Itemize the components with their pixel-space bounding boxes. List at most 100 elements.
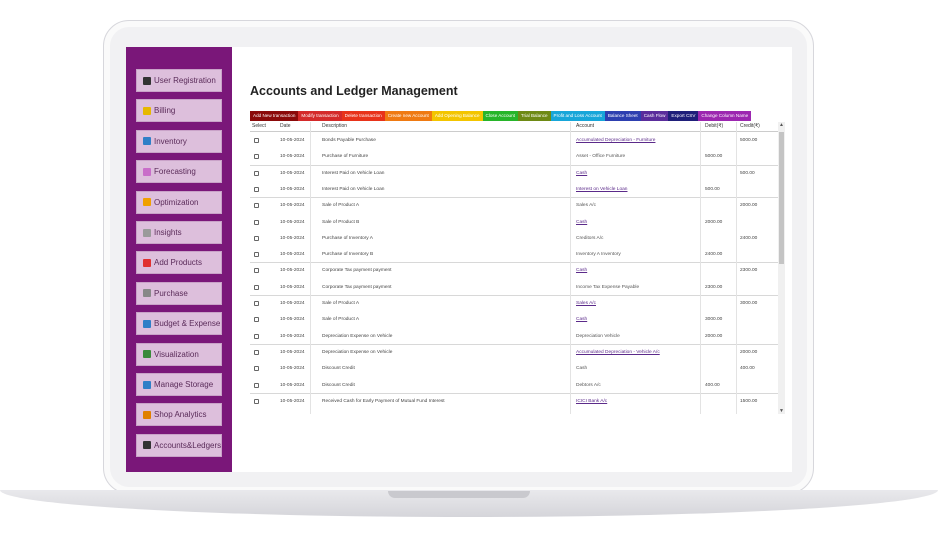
tab-trial-balance[interactable]: Trial Balance (517, 111, 551, 121)
row-select-checkbox[interactable] (254, 333, 259, 339)
table-row[interactable]: 10-05-2024 Discount Credit Cash 400.00 (250, 361, 778, 377)
cell-account[interactable]: Cash (576, 317, 587, 322)
cell-account[interactable]: Sales A/c (576, 301, 596, 306)
table-row[interactable]: 10-05-2024 Purchase of Furniture Asset - O… (250, 149, 778, 165)
cell-description: Discount Credit (322, 366, 355, 372)
row-select-checkbox[interactable] (254, 154, 259, 160)
arrow-right-icon (143, 258, 151, 267)
table-scrollbar[interactable]: ▲ ▼ (778, 122, 785, 414)
table-row[interactable]: 10-05-2024 Received Cash for Early Paymen… (250, 394, 778, 410)
cell-account[interactable]: Cash (576, 171, 587, 176)
sidebar-item-optimization[interactable]: Optimization (136, 190, 222, 214)
row-select-checkbox[interactable] (254, 349, 259, 355)
row-select-checkbox[interactable] (254, 252, 259, 258)
user-icon (143, 76, 151, 85)
table-row[interactable]: 10-05-2024 Corporate Tax payment payment C… (250, 263, 778, 279)
row-select-checkbox[interactable] (254, 366, 259, 372)
cell-account: Sales A/c (576, 203, 596, 209)
table-row[interactable]: 10-05-2024 Discount Credit Debtors A/c 400.… (250, 378, 778, 394)
cell-account[interactable]: Cash (576, 268, 587, 273)
cell-account[interactable]: Interest on Vehicle Loan (576, 187, 627, 192)
cell-account[interactable]: Accumulated Depreciation - Furniture (576, 138, 655, 143)
cell-account: Cash (576, 366, 588, 372)
table-row[interactable]: 10-05-2024 Depreciation Expense on Vehicl… (250, 345, 778, 361)
cell-account[interactable]: ICICI Bank A/c (576, 399, 607, 404)
sidebar-item-shop-analytics[interactable]: Shop Analytics (136, 403, 222, 427)
row-select-checkbox[interactable] (254, 186, 259, 192)
cell-date: 10-05-2024 (280, 252, 305, 258)
row-select-checkbox[interactable] (254, 398, 259, 404)
sidebar-item-accounts-ledgers[interactable]: Accounts&Ledgers (136, 433, 222, 457)
sidebar-item-label: Budget & Expense (154, 319, 221, 329)
row-select-checkbox[interactable] (254, 317, 259, 323)
scroll-down-icon[interactable]: ▼ (779, 408, 784, 414)
row-select-checkbox[interactable] (254, 301, 259, 306)
table-row[interactable]: 10-05-2024 Sale of Product B Cash 2000.00 (250, 215, 778, 231)
tab-export-csv[interactable]: Export CSV (668, 111, 699, 121)
row-select-checkbox[interactable] (254, 284, 259, 290)
tab-modify-transaction[interactable]: Modify transaction (298, 111, 342, 121)
row-select-checkbox[interactable] (254, 235, 259, 241)
row-select-checkbox[interactable] (254, 203, 259, 209)
table-row[interactable]: 10-05-2024 Depreciation Expense on Vehicl… (250, 329, 778, 345)
cell-credit: 500.00 (740, 170, 755, 176)
column-divider (570, 122, 571, 414)
table-row[interactable]: 10-05-2024 Interest Paid on Vehicle Loan C… (250, 166, 778, 182)
tab-cash-flow[interactable]: Cash Flow (640, 111, 669, 121)
cell-date: 10-05-2024 (280, 203, 305, 209)
row-select-checkbox[interactable] (254, 170, 259, 176)
laptop-notch (388, 491, 530, 498)
action-toolbar: Add New transaction Modify transaction Del… (250, 111, 752, 121)
cell-account[interactable]: Cash (576, 220, 587, 225)
tab-create-new-account[interactable]: Create new Account (384, 111, 432, 121)
sidebar-item-insights[interactable]: Insights (136, 221, 222, 244)
cell-date: 10-05-2024 (280, 219, 305, 225)
sidebar-item-add-products[interactable]: Add Products (136, 251, 222, 275)
tab-profit-and-loss-account[interactable]: Profit and Loss Account (550, 111, 605, 121)
cell-account[interactable]: Accumulated Depreciation - Vehicle A/c (576, 350, 660, 355)
table-row[interactable]: 10-05-2024 Sale of Product A Sales A/c 2000… (250, 198, 778, 214)
table-row[interactable]: 10-05-2024 Sale of Product A Sales A/c 3000… (250, 296, 778, 312)
row-select-checkbox[interactable] (254, 268, 259, 274)
sidebar-item-billing[interactable]: Billing (136, 99, 222, 123)
tab-change-column-name[interactable]: Change Column Name (698, 111, 752, 121)
cell-description: Received Cash for Early Payment of Mutua… (322, 398, 445, 404)
cell-date: 10-05-2024 (280, 186, 305, 192)
row-select-checkbox[interactable] (254, 219, 259, 225)
row-select-checkbox[interactable] (254, 138, 259, 143)
sidebar-item-budget-expense[interactable]: Budget & Expense (136, 312, 222, 336)
scroll-thumb[interactable] (779, 132, 784, 264)
tab-delete-transaction[interactable]: Delete transaction (341, 111, 385, 121)
cell-debit: 500.00 (705, 186, 720, 192)
scroll-up-icon[interactable]: ▲ (779, 122, 784, 128)
sidebar-item-forecasting[interactable]: Forecasting (136, 160, 222, 184)
lightbulb-icon (143, 198, 151, 207)
table-row[interactable]: 10-05-2024 Bonds Payable Purchase Accumula… (250, 133, 778, 149)
cell-date: 10-05-2024 (280, 382, 305, 388)
sidebar-item-manage-storage[interactable]: Manage Storage (136, 373, 222, 396)
table-row[interactable]: 10-05-2024 Interest Paid on Vehicle Loan I… (250, 182, 778, 198)
sidebar-item-inventory[interactable]: Inventory (136, 129, 222, 153)
cell-description: Corporate Tax payment payment (322, 268, 392, 274)
sidebar-item-label: Billing (154, 106, 176, 116)
sidebar-item-purchase[interactable]: Purchase (136, 281, 222, 305)
tab-add-opening-balance[interactable]: Add Opening Balance (431, 111, 483, 121)
tab-balance-sheet[interactable]: Balance Sheet (604, 111, 641, 121)
tab-add-new-transaction[interactable]: Add New transaction (250, 111, 299, 121)
sidebar-item-user-registration[interactable]: User Registration (136, 69, 222, 92)
cell-description: Discount Credit (322, 382, 355, 388)
cell-account: Debtors A/c (576, 382, 601, 388)
table-row[interactable]: 10-05-2024 Sale of Product A Cash 3000.00 (250, 312, 778, 328)
cell-account: Inventory A Inventory (576, 252, 621, 258)
sidebar-item-visualization[interactable]: Visualization (136, 342, 222, 366)
tab-close-account[interactable]: Close Account (482, 111, 518, 121)
table-row[interactable]: 10-05-2024 Purchase of Inventory B Invento… (250, 247, 778, 263)
row-select-checkbox[interactable] (254, 382, 259, 388)
cell-credit: 2400.00 (740, 235, 758, 241)
cell-debit: 400.00 (705, 382, 720, 388)
sidebar-item-label: Accounts&Ledgers (154, 440, 222, 450)
table-row[interactable]: 10-05-2024 Corporate Tax payment payment I… (250, 280, 778, 296)
cell-credit: 2000.00 (740, 349, 758, 355)
app-screen: User Registration Billing Inventory Forecas… (126, 47, 792, 472)
table-row[interactable]: 10-05-2024 Purchase of Inventory A Credito… (250, 231, 778, 247)
